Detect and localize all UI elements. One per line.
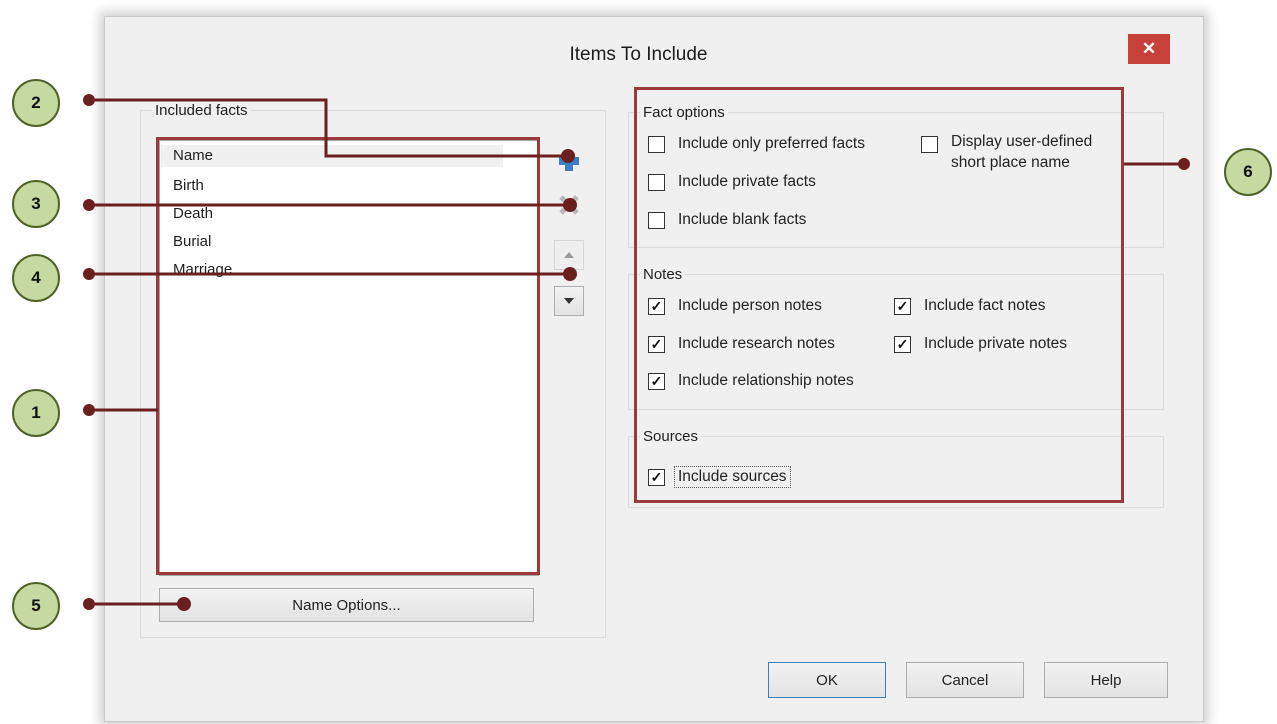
close-button[interactable]: ✕: [1128, 34, 1170, 64]
callout-dot: [83, 268, 95, 280]
callout-dot: [83, 598, 95, 610]
callout-badge-3: 3: [12, 180, 60, 228]
cancel-button[interactable]: Cancel: [906, 662, 1024, 698]
move-down-button[interactable]: [554, 286, 584, 316]
highlight-box-options: [634, 87, 1124, 503]
arrow-up-icon: [564, 252, 574, 258]
dialog-title: Items To Include: [569, 44, 708, 65]
callout-dot: [83, 404, 95, 416]
name-options-label: Name Options...: [292, 596, 401, 614]
callout-badge-6: 6: [1224, 148, 1272, 196]
arrow-down-icon: [564, 298, 574, 304]
help-label: Help: [1090, 671, 1122, 689]
remove-fact-button[interactable]: [556, 192, 582, 218]
highlight-box-list: [156, 137, 540, 575]
callout-badge-2: 2: [12, 79, 60, 127]
callout-badge-1: 1: [12, 389, 60, 437]
ok-label: OK: [816, 671, 838, 689]
callout-badge-5: 5: [12, 582, 60, 630]
included-facts-label: Included facts: [152, 102, 251, 119]
cancel-label: Cancel: [941, 671, 989, 689]
callout-dot: [83, 94, 95, 106]
plus-icon: [559, 151, 579, 171]
callout-badge-4: 4: [12, 254, 60, 302]
name-options-button[interactable]: Name Options...: [159, 588, 534, 622]
add-fact-button[interactable]: [556, 148, 582, 174]
move-up-button[interactable]: [554, 240, 584, 270]
callout-dot: [83, 199, 95, 211]
remove-x-icon: [559, 195, 579, 215]
ok-button[interactable]: OK: [768, 662, 886, 698]
help-button[interactable]: Help: [1044, 662, 1168, 698]
close-icon: ✕: [1141, 39, 1157, 58]
